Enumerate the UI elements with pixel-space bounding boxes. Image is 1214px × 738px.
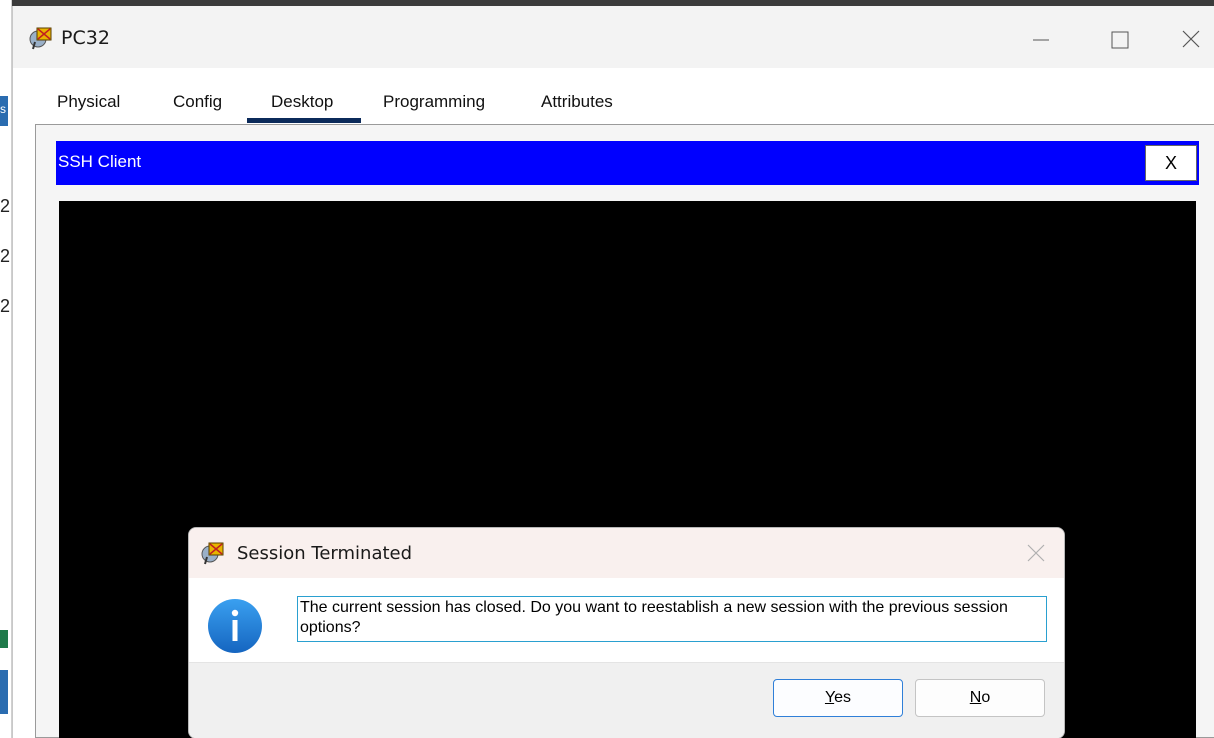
tab-programming[interactable]: Programming (383, 92, 485, 112)
dialog-titlebar[interactable]: Session Terminated (189, 528, 1064, 578)
dialog-close-button[interactable] (1023, 540, 1049, 566)
packet-tracer-pc-icon (201, 541, 227, 565)
tab-physical[interactable]: Physical (57, 92, 120, 112)
tab-attributes[interactable]: Attributes (541, 92, 613, 112)
ssh-client-title: SSH Client (58, 152, 142, 171)
session-terminated-dialog: Session Terminated The current session h… (188, 527, 1065, 738)
packet-tracer-pc-icon (29, 26, 55, 50)
background-mark: 2 (0, 196, 11, 216)
window-titlebar[interactable]: PC32 (13, 6, 1214, 68)
window-title: PC32 (61, 27, 110, 49)
ssh-client-header: SSH Client X (56, 141, 1199, 185)
maximize-button[interactable] (1097, 18, 1143, 58)
yes-button[interactable]: Yes (773, 679, 903, 717)
tab-config[interactable]: Config (173, 92, 222, 112)
info-icon (207, 598, 263, 654)
yes-accelerator: Y (824, 689, 835, 706)
ssh-close-button[interactable]: X (1145, 145, 1197, 181)
no-button[interactable]: No (915, 679, 1045, 717)
close-icon (1027, 544, 1045, 562)
background-mark: 2 (0, 296, 11, 316)
no-accelerator: N (969, 689, 982, 706)
tab-desktop[interactable]: Desktop (271, 92, 333, 112)
dialog-title: Session Terminated (237, 543, 413, 564)
background-app-strip: s 2 2 2 (0, 0, 12, 738)
yes-label-rest: es (834, 689, 852, 706)
dialog-message: The current session has closed. Do you w… (297, 596, 1047, 642)
minimize-button[interactable] (1017, 18, 1063, 58)
active-tab-indicator (247, 118, 361, 123)
background-mark: 2 (0, 246, 11, 266)
minimize-icon (1033, 39, 1049, 41)
close-window-button[interactable] (1167, 18, 1213, 58)
dialog-footer: Yes No (189, 662, 1064, 738)
background-blue-marker (0, 670, 8, 714)
background-green-marker (0, 630, 8, 648)
no-label-rest: o (981, 689, 991, 706)
maximize-icon (1111, 31, 1129, 49)
background-mark: s (0, 102, 6, 116)
close-icon (1182, 30, 1200, 48)
